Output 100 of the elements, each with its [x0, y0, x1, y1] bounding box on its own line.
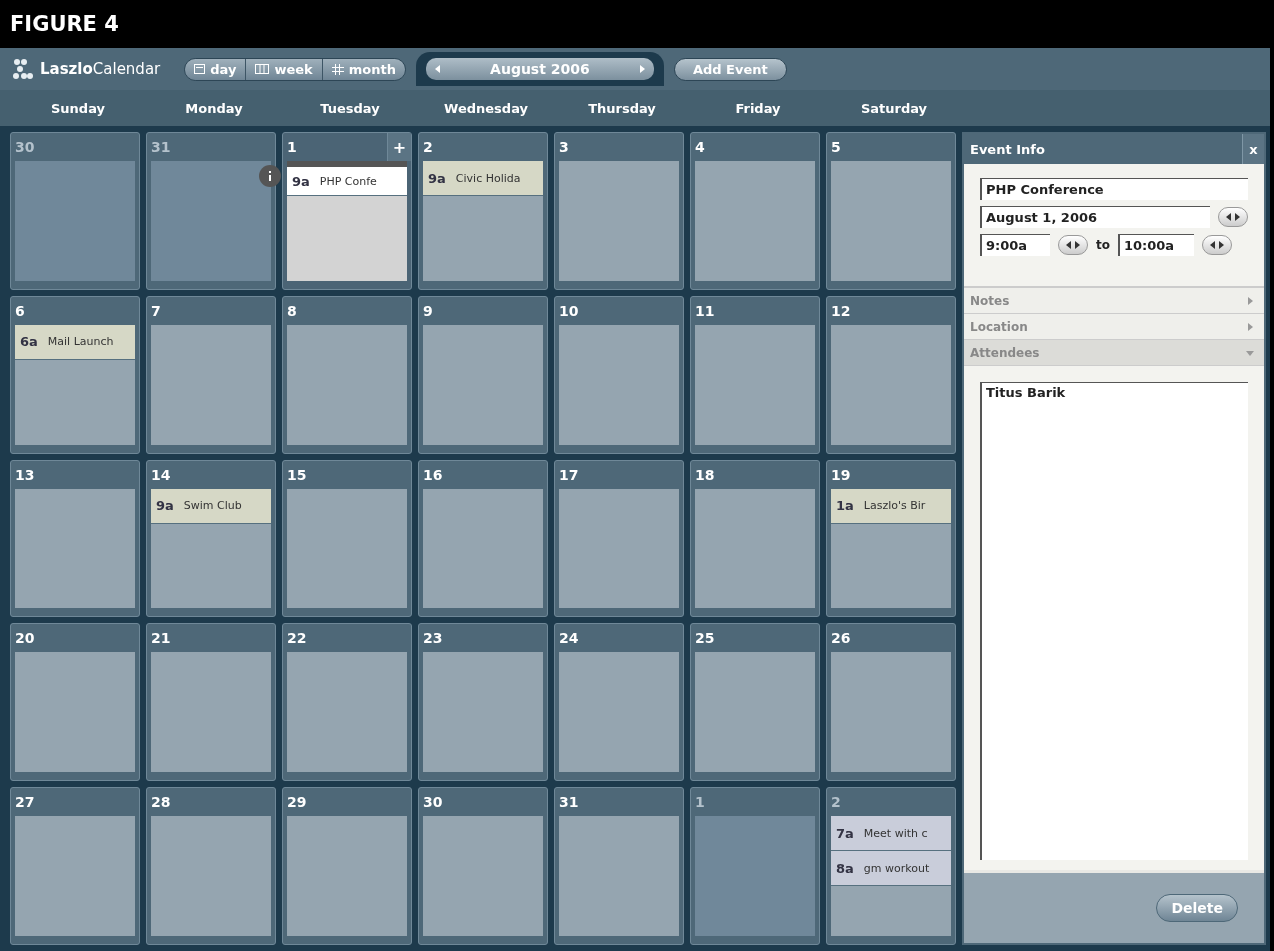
view-button[interactable]: day	[185, 58, 247, 80]
day-cell[interactable]: 6 6a Mail Launch	[10, 295, 140, 454]
add-button[interactable]: +	[387, 133, 411, 161]
day-number: 11	[695, 301, 715, 321]
day-cell[interactable]: 4	[690, 132, 820, 290]
event-time: 8a	[836, 860, 854, 876]
accordion-header[interactable]: Notes	[964, 288, 1264, 314]
attendees-field[interactable]: Titus Barik	[980, 382, 1248, 860]
event-chip[interactable]: 9a Swim Club	[151, 488, 271, 524]
day-cell[interactable]: 2 7a Meet with c 8a gm workout	[826, 787, 956, 945]
day-number: 17	[559, 465, 579, 485]
right-triangle-icon	[1246, 322, 1254, 331]
event-title: Meet with c	[863, 826, 928, 840]
grid-icon	[331, 63, 344, 75]
day-number: 10	[559, 301, 579, 321]
day-number: 15	[287, 465, 307, 485]
info-icon[interactable]	[259, 165, 281, 187]
day-cell[interactable]: 25	[690, 623, 820, 782]
day-cell[interactable]: 2 9a Civic Holida	[418, 132, 548, 290]
day-cell[interactable]: 20	[10, 623, 140, 782]
day-cell[interactable]: 31	[146, 132, 276, 290]
weekday-label: Thursday	[587, 100, 657, 116]
event-title: Laszlo's Bir	[863, 499, 926, 513]
day-cell[interactable]: 9	[418, 295, 548, 454]
day-cell[interactable]: 21	[146, 623, 276, 782]
day-cell[interactable]: 3	[554, 132, 684, 290]
day-number: 4	[695, 138, 705, 157]
event-title: PHP Confe	[319, 174, 377, 188]
end-time-field[interactable]: 10:00a	[1118, 234, 1194, 256]
day-cell[interactable]: 10	[554, 295, 684, 454]
close-button[interactable]: x	[1242, 134, 1264, 164]
day-number: 1	[287, 138, 297, 157]
event-time: 6a	[20, 334, 38, 350]
day-cell[interactable]: 7	[146, 295, 276, 454]
day-number: 24	[559, 629, 579, 649]
day-cell[interactable]: 11	[690, 295, 820, 454]
day-number: 23	[423, 629, 443, 649]
day-number: 21	[151, 629, 171, 649]
day-cell[interactable]: 30	[418, 787, 548, 945]
day-cell[interactable]: 17	[554, 459, 684, 618]
day-cell[interactable]: 24	[554, 623, 684, 782]
day-cell[interactable]: 22	[282, 623, 412, 782]
event-name-field[interactable]: PHP Conference	[980, 178, 1248, 200]
day-cell[interactable]: 29	[282, 787, 412, 945]
day-number: 26	[831, 629, 851, 649]
day-cell[interactable]: 19 1a Laszlo's Bir	[826, 459, 956, 618]
figure-caption: FIGURE 4	[9, 11, 120, 38]
event-chip[interactable]: 7a Meet with c	[831, 816, 951, 852]
day-number: 28	[151, 793, 171, 813]
day-cell[interactable]: 8	[282, 295, 412, 454]
time-stepper[interactable]	[1218, 207, 1248, 227]
day-cell[interactable]: 1	[690, 787, 820, 945]
start-time-field[interactable]: 9:00a	[980, 234, 1050, 256]
day-cell[interactable]: 30	[10, 132, 140, 290]
day-number: 2	[423, 138, 433, 157]
weekday-label: Saturday	[859, 100, 929, 116]
event-time: 7a	[836, 825, 854, 841]
event-title: gm workout	[863, 861, 930, 875]
right-triangle-icon	[637, 65, 646, 73]
day-cell[interactable]: 15	[282, 459, 412, 618]
day-cell[interactable]: 5	[826, 132, 956, 290]
day-cell[interactable]: 18	[690, 459, 820, 618]
app-name: LaszloCalendar	[40, 60, 161, 78]
previous-button[interactable]	[425, 58, 450, 80]
weekday-label: Monday	[184, 100, 244, 116]
day-cell[interactable]: 28	[146, 787, 276, 945]
day-number: 14	[151, 465, 171, 485]
time-stepper[interactable]	[1058, 235, 1088, 255]
event-title: Civic Holida	[455, 171, 521, 185]
weekday-label: Friday	[734, 100, 782, 116]
accordion-header[interactable]: Location	[964, 314, 1264, 340]
event-title: Mail Launch	[47, 335, 114, 349]
day-cell[interactable]: 27	[10, 787, 140, 945]
view-button[interactable]: week	[246, 58, 323, 80]
event-chip[interactable]: 9a Civic Holida	[423, 161, 543, 196]
day-number: 16	[423, 465, 443, 485]
day-cell[interactable]: 16	[418, 459, 548, 618]
left-triangle-icon	[1065, 241, 1073, 249]
day-cell[interactable]: 31	[554, 787, 684, 945]
event-time: 9a	[428, 170, 446, 186]
time-stepper[interactable]	[1202, 235, 1232, 255]
day-cell[interactable]: 26	[826, 623, 956, 782]
day-number: 13	[15, 465, 35, 485]
next-button[interactable]	[629, 58, 654, 80]
day-cell[interactable]: 12	[826, 295, 956, 454]
day-number: 19	[831, 465, 851, 485]
event-chip[interactable]: 9a PHP Confe	[287, 161, 407, 196]
day-number: 30	[15, 138, 35, 157]
day-number: 22	[287, 629, 307, 649]
date-field[interactable]: August 1, 2006	[980, 206, 1210, 228]
day-cell[interactable]: 13	[10, 459, 140, 618]
logo-icon	[12, 58, 34, 80]
day-number: 20	[15, 629, 35, 649]
event-chip[interactable]: 6a Mail Launch	[15, 324, 135, 360]
weekday-label: Sunday	[50, 100, 106, 116]
event-chip[interactable]: 8a gm workout	[831, 851, 951, 887]
day-cell[interactable]: 23	[418, 623, 548, 782]
event-chip[interactable]: 1a Laszlo's Bir	[831, 488, 951, 524]
day-cell[interactable]: 14 9a Swim Club	[146, 459, 276, 618]
right-triangle-icon	[1233, 213, 1241, 221]
